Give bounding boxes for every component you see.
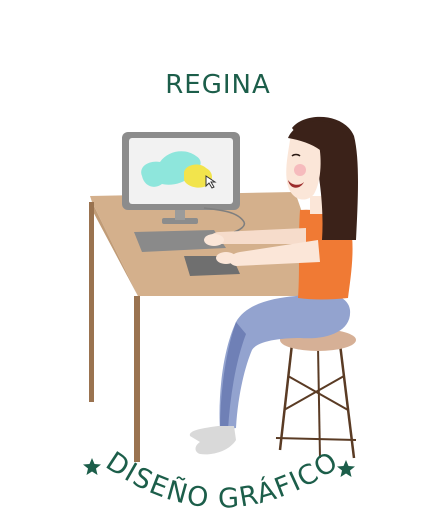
logo-illustration: REGINA DISEÑO GRÁFICO	[83, 70, 358, 515]
stool-leg	[278, 343, 294, 451]
desk-leg-left	[89, 202, 94, 402]
stool-leg	[317, 345, 321, 459]
desk-leg-front	[134, 296, 140, 462]
brand-name: REGINA	[165, 70, 271, 100]
hand	[216, 252, 236, 264]
hand	[204, 234, 224, 246]
stool-brace	[283, 375, 345, 411]
cheek	[294, 164, 306, 176]
shoe	[189, 426, 236, 455]
star-icon	[83, 458, 101, 475]
stool-brace	[275, 437, 357, 441]
logo: REGINA DISEÑO GRÁFICO	[0, 0, 442, 531]
stool	[275, 329, 357, 459]
stool-leg	[338, 343, 356, 459]
